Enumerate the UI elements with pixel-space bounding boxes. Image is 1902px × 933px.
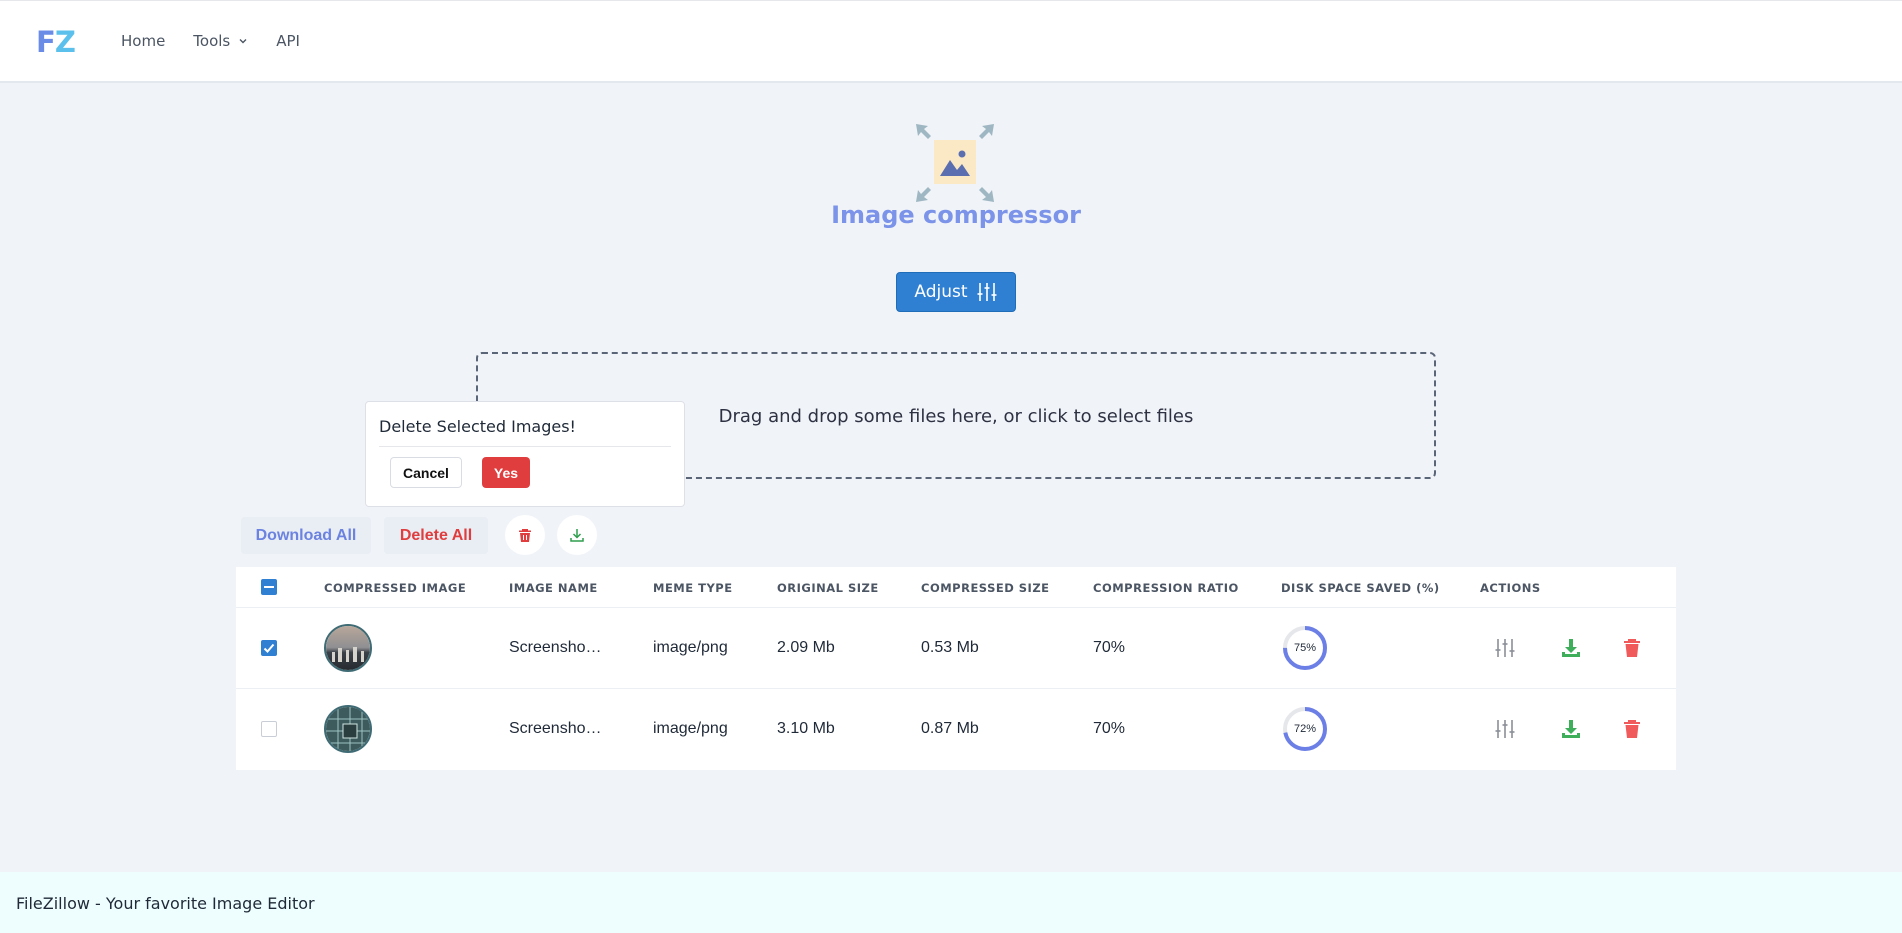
images-table: COMPRESSED IMAGE IMAGE NAME MEME TYPE OR…	[236, 567, 1676, 770]
select-all-checkbox[interactable]	[261, 579, 277, 595]
cancel-button[interactable]: Cancel	[390, 457, 462, 488]
th-compressed-image: COMPRESSED IMAGE	[324, 581, 467, 595]
compressed-size: 0.53 Mb	[921, 639, 979, 656]
footer: FileZillow - Your favorite Image Editor	[0, 872, 1902, 933]
logo-z: Z	[54, 25, 76, 59]
original-size: 3.10 Mb	[777, 720, 835, 737]
table-header: COMPRESSED IMAGE IMAGE NAME MEME TYPE OR…	[236, 567, 1676, 608]
popover-divider	[379, 446, 671, 447]
delete-selected-button[interactable]	[505, 515, 545, 555]
th-original-size: ORIGINAL SIZE	[777, 581, 879, 595]
adjust-icon[interactable]	[1494, 718, 1516, 740]
chevron-down-icon	[239, 39, 247, 44]
image-compress-icon	[916, 124, 994, 202]
row-checkbox[interactable]	[261, 640, 277, 656]
image-name: Screensho…	[509, 720, 602, 737]
download-selected-button[interactable]	[557, 515, 597, 555]
top-nav: FZ Home Tools API	[0, 0, 1902, 83]
th-image-name: IMAGE NAME	[509, 581, 598, 595]
logo-f: F	[36, 25, 56, 59]
sliders-icon	[977, 283, 997, 301]
delete-all-button[interactable]: Delete All	[384, 517, 488, 554]
download-icon[interactable]	[1560, 637, 1582, 659]
trash-icon	[519, 529, 531, 542]
table-row: Screensho… image/png 2.09 Mb 0.53 Mb 70%…	[236, 608, 1676, 689]
compressed-size: 0.87 Mb	[921, 720, 979, 737]
disk-saved-label: 72%	[1293, 723, 1317, 735]
adjust-label: Adjust	[914, 282, 968, 302]
th-disk-space-saved: DISK SPACE SAVED (%)	[1281, 581, 1440, 595]
trash-icon[interactable]	[1621, 637, 1643, 659]
download-icon	[570, 529, 584, 542]
download-all-button[interactable]: Download All	[241, 517, 371, 554]
nav-menu: Home Tools API	[121, 32, 328, 50]
compression-ratio: 70%	[1093, 720, 1126, 737]
delete-confirm-popover: Delete Selected Images! Cancel Yes	[365, 401, 685, 507]
image-thumbnail	[324, 624, 372, 672]
table-row: Screensho… image/png 3.10 Mb 0.87 Mb 70%…	[236, 689, 1676, 770]
adjust-icon[interactable]	[1494, 637, 1516, 659]
page-title: Image compressor	[831, 201, 1081, 229]
trash-icon[interactable]	[1621, 718, 1643, 740]
th-compressed-size: COMPRESSED SIZE	[921, 581, 1050, 595]
image-name: Screensho…	[509, 639, 602, 656]
download-icon[interactable]	[1560, 718, 1582, 740]
image-thumbnail	[324, 705, 372, 753]
original-size: 2.09 Mb	[777, 639, 835, 656]
nav-home[interactable]: Home	[121, 32, 165, 50]
mime-type: image/png	[653, 639, 728, 656]
confirm-yes-button[interactable]: Yes	[482, 457, 530, 488]
checkmark-icon	[263, 643, 275, 653]
adjust-button[interactable]: Adjust	[896, 272, 1016, 312]
mime-type: image/png	[653, 720, 728, 737]
nav-tools[interactable]: Tools	[193, 32, 248, 50]
th-actions: ACTIONS	[1480, 581, 1541, 595]
th-compression-ratio: COMPRESSION RATIO	[1093, 581, 1239, 595]
footer-text: FileZillow - Your favorite Image Editor	[16, 894, 315, 913]
th-meme-type: MEME TYPE	[653, 581, 733, 595]
compression-ratio: 70%	[1093, 639, 1126, 656]
nav-tools-label: Tools	[193, 32, 231, 50]
logo[interactable]: FZ	[36, 25, 76, 59]
popover-title: Delete Selected Images!	[379, 417, 576, 436]
row-checkbox[interactable]	[261, 721, 277, 737]
nav-api[interactable]: API	[276, 32, 300, 50]
disk-saved-label: 75%	[1293, 642, 1317, 654]
